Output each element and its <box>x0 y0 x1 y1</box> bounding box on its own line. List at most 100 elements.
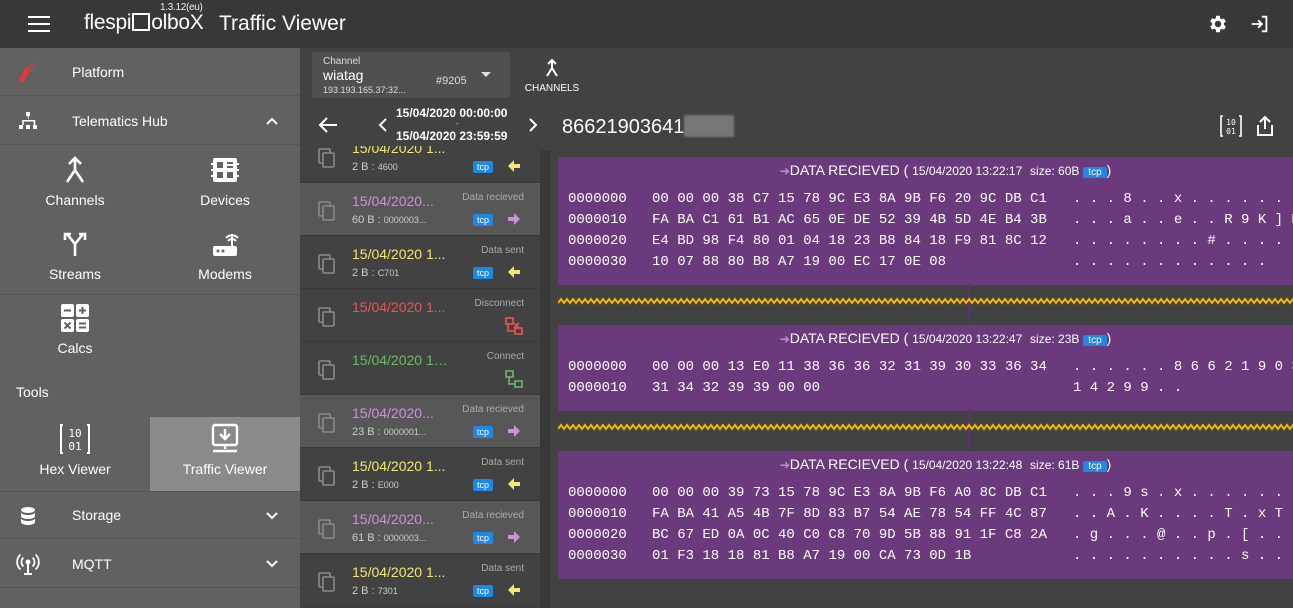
tile-channels[interactable]: Channels <box>0 148 150 222</box>
hex-row: 0000030 10 07 88 80 B8 A7 19 00 EC 17 0E … <box>568 252 1293 273</box>
svg-text:10: 10 <box>68 427 81 440</box>
packet-size: size: 61B <box>1030 458 1080 472</box>
tile-calcs[interactable]: Calcs <box>0 296 150 370</box>
protocol-badge: tcp <box>473 426 494 438</box>
page-title: Traffic Viewer <box>219 12 346 35</box>
sidebar-item-mqtt[interactable]: MQTT <box>0 540 300 588</box>
channels-button[interactable]: CHANNELS <box>520 56 584 96</box>
toolbox-icon <box>132 13 151 31</box>
copy-icon[interactable] <box>318 413 336 433</box>
message-size: 2 B : 7301 <box>352 585 442 597</box>
protocol-badge: tcp <box>473 585 494 597</box>
menu-icon[interactable] <box>28 16 50 32</box>
date-range-nav: 15/04/2020 00:00:00 - 15/04/2020 23:59:5… <box>300 100 540 146</box>
scrollbar[interactable] <box>540 151 550 608</box>
dropdown-arrow-icon <box>481 72 491 77</box>
date-from[interactable]: 15/04/2020 00:00:00 <box>396 106 507 120</box>
arrow-right-icon: ➔ <box>779 332 790 346</box>
section-tools-label: Tools <box>16 384 49 400</box>
message-size: 2 B : C701 <box>352 267 442 279</box>
copy-icon[interactable] <box>318 572 336 592</box>
protocol-badge: tcp <box>473 161 494 173</box>
message-list-item[interactable]: 15/04/2020 1... 2 B : C701 Data sent tcp <box>300 236 540 289</box>
protocol-badge: tcp <box>473 532 494 544</box>
message-list-item[interactable]: 15/04/2020... 60 B : 0000003... Data recie… <box>300 183 540 236</box>
sidebar-item-storage[interactable]: Storage <box>0 491 300 539</box>
svg-text:01: 01 <box>1226 127 1236 136</box>
message-size-value: 2 B : <box>352 479 378 491</box>
copy-icon[interactable] <box>318 519 336 539</box>
message-list-item[interactable]: 15/04/2020 1... Disconnect <box>300 289 540 342</box>
packet-title-close: ) <box>1106 162 1112 178</box>
app-root: flespi olboX 1.3.12(eu) Traffic Viewer Pl… <box>0 0 1293 608</box>
chevron-down-icon <box>266 560 278 568</box>
hex-bytes: FA BA C1 61 B1 AC 65 0E DE 52 39 4B 5D 4… <box>652 212 1047 228</box>
date-to[interactable]: 15/04/2020 23:59:59 <box>396 129 507 143</box>
merge-icon <box>65 156 85 183</box>
packet-title: DATA RECIEVED ( <box>789 162 909 178</box>
channel-address: 193.193.165.37:32... <box>323 85 406 95</box>
gear-icon[interactable] <box>1207 13 1229 35</box>
packet-time: 15/04/2020 13:22:47 <box>912 332 1023 346</box>
hex-bytes: 10 07 88 80 B8 A7 19 00 EC 17 0E 08 <box>652 254 947 270</box>
message-list-item[interactable]: 15/04/2020... 23 B : 0000001... Data recie… <box>300 395 540 448</box>
message-data-preview: 0000003... <box>383 215 427 225</box>
message-list-item[interactable]: 15/04/2020 1... 2 B : E000 Data sent tcp <box>300 448 540 501</box>
message-data-preview: 0000003... <box>383 533 427 543</box>
sidebar-item-platform[interactable]: Platform <box>0 48 300 96</box>
tile-label: Traffic Viewer <box>182 461 268 477</box>
message-list-item[interactable]: 15/04/2020 1... 2 B : 7301 Data sent tcp <box>300 554 540 607</box>
tile-traffic-viewer[interactable]: Traffic Viewer <box>150 417 300 491</box>
channel-select[interactable]: Channel wiatag 193.193.165.37:32... #920… <box>312 52 510 98</box>
arrow-right-icon: ➔ <box>779 164 790 178</box>
chevron-right-icon[interactable] <box>528 118 538 132</box>
sidebar-item-telematics-hub[interactable]: Telematics Hub <box>0 97 300 145</box>
sidebar-item-label: MQTT <box>72 555 112 572</box>
hex-offset: 0000000 <box>568 191 627 207</box>
hex-view-icon[interactable]: 1001 <box>1220 115 1242 137</box>
export-icon[interactable] <box>1254 115 1276 137</box>
message-list-item[interactable]: 15/04/2020 1... 2 B : 4600 tcp <box>300 146 540 183</box>
message-size: 61 B : 0000003... <box>352 532 442 544</box>
tile-hex-viewer[interactable]: 10 01 Hex Viewer <box>0 417 150 491</box>
arrow-left-icon <box>508 584 520 596</box>
message-time: 15/04/2020... <box>352 193 434 209</box>
logout-icon[interactable] <box>1249 13 1271 35</box>
arrow-left-icon <box>508 266 520 278</box>
copy-icon[interactable] <box>318 201 336 221</box>
tile-devices[interactable]: Devices <box>150 148 300 222</box>
tile-modems[interactable]: Modems <box>150 222 300 296</box>
tile-label: Channels <box>45 192 105 208</box>
packet-header: ➔DATA RECIEVED ( 15/04/2020 13:22:48 siz… <box>558 456 1293 472</box>
message-list-item[interactable]: 15/04/2020... 61 B : 0000003... Data recie… <box>300 501 540 554</box>
copy-icon[interactable] <box>318 307 336 327</box>
flespi-logo-icon <box>19 62 38 82</box>
back-arrow-icon[interactable] <box>318 116 338 134</box>
message-size-value: 60 B : <box>352 214 384 226</box>
hex-offset: 0000000 <box>568 485 627 501</box>
packet-size: size: 23B <box>1030 332 1080 346</box>
copy-icon[interactable] <box>318 148 336 168</box>
svg-text:01: 01 <box>68 440 81 453</box>
hex-bytes: E4 BD 98 F4 80 01 04 18 23 B8 84 18 F9 8… <box>652 233 1047 249</box>
copy-icon[interactable] <box>318 254 336 274</box>
packet-block: ➔DATA RECIEVED ( 15/04/2020 13:22:47 siz… <box>558 325 1293 411</box>
chevron-left-icon[interactable] <box>378 118 388 132</box>
channel-name: wiatag <box>323 67 364 83</box>
message-list-item[interactable]: 15/04/2020 13:... Connect <box>300 342 540 395</box>
split-icon <box>63 232 87 256</box>
copy-icon[interactable] <box>318 466 336 486</box>
hex-ascii: . . A . K . . . . T . x T <box>1073 506 1284 522</box>
tile-streams[interactable]: Streams <box>0 222 150 296</box>
brand-logo[interactable]: flespi olboX 1.3.12(eu) <box>84 2 204 35</box>
message-data-preview: 7301 <box>377 586 398 596</box>
packet-header: ➔DATA RECIEVED ( 15/04/2020 13:22:17 siz… <box>558 162 1293 178</box>
hex-ascii: . . . a . . e . . R 9 K ] N <box>1073 212 1293 228</box>
arrow-right-icon: ➔ <box>779 458 790 472</box>
hex-ascii: . . . . . . 8 6 6 2 1 9 0 3 <box>1073 359 1293 375</box>
packet-time: 15/04/2020 13:22:48 <box>912 458 1023 472</box>
copy-icon[interactable] <box>318 360 336 380</box>
hex-row: 0000010 FA BA 41 A5 4B 7F 8D 83 B7 54 AE … <box>568 504 1293 525</box>
message-type: Disconnect <box>474 298 524 309</box>
channel-id: #9205 <box>436 75 467 87</box>
